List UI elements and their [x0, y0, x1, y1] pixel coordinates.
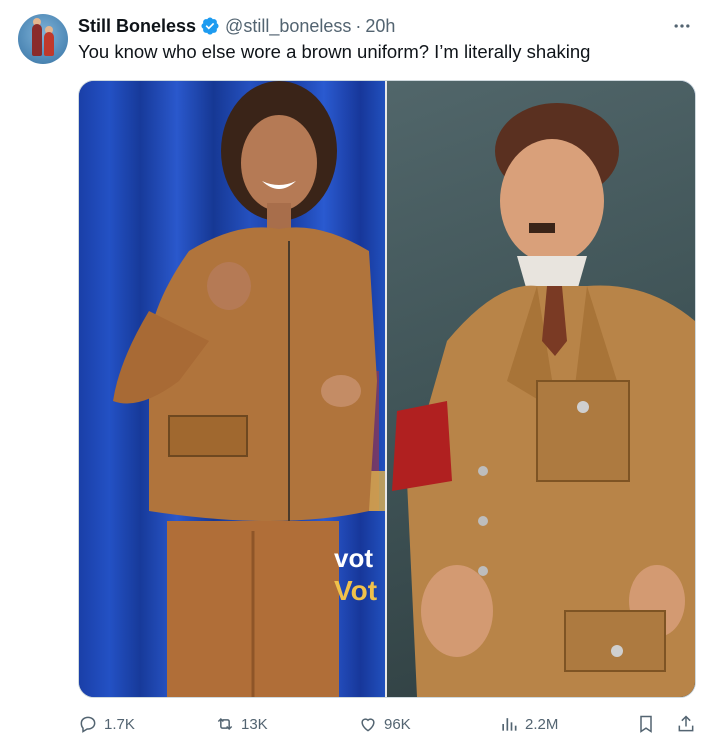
media-overlay-text-line2: Vot — [334, 575, 378, 606]
post-header: Still Boneless @still_boneless · 20h — [78, 13, 395, 39]
repost-count: 13K — [241, 715, 268, 733]
like-icon — [361, 718, 375, 732]
reply-icon — [80, 716, 96, 733]
separator-dot: · — [355, 15, 362, 36]
avatar[interactable] — [18, 14, 68, 64]
media-image-right — [387, 81, 695, 697]
media-overlay-text-line1: vot — [334, 543, 373, 573]
post-text: You know who else wore a brown uniform? … — [78, 41, 591, 62]
bookmark-icon — [640, 715, 652, 733]
bookmark-button[interactable] — [636, 710, 662, 738]
share-button[interactable] — [676, 710, 702, 738]
portrait-illustration — [392, 103, 695, 697]
timestamp[interactable]: 20h — [365, 16, 395, 37]
more-options-button[interactable] — [670, 14, 694, 38]
handle[interactable]: @still_boneless — [225, 16, 351, 37]
share-icon — [678, 715, 694, 732]
reply-count: 1.7K — [104, 715, 135, 733]
like-button[interactable]: 96K — [358, 710, 411, 738]
views-icon — [502, 718, 517, 731]
like-count: 96K — [384, 715, 411, 733]
avatar-figure-body — [32, 24, 42, 56]
post-actions: 1.7K 13K 96K 2.2M — [78, 710, 698, 738]
avatar-figure-body — [44, 32, 54, 56]
display-name[interactable]: Still Boneless — [78, 16, 196, 37]
views-button[interactable]: 2.2M — [499, 710, 558, 738]
post-media[interactable]: vot Vot — [78, 80, 696, 698]
repost-button[interactable]: 13K — [215, 710, 268, 738]
views-count: 2.2M — [525, 715, 559, 733]
more-icon — [674, 24, 690, 28]
reply-button[interactable]: 1.7K — [78, 710, 135, 738]
verified-badge-icon — [201, 17, 219, 35]
repost-icon — [217, 717, 233, 731]
